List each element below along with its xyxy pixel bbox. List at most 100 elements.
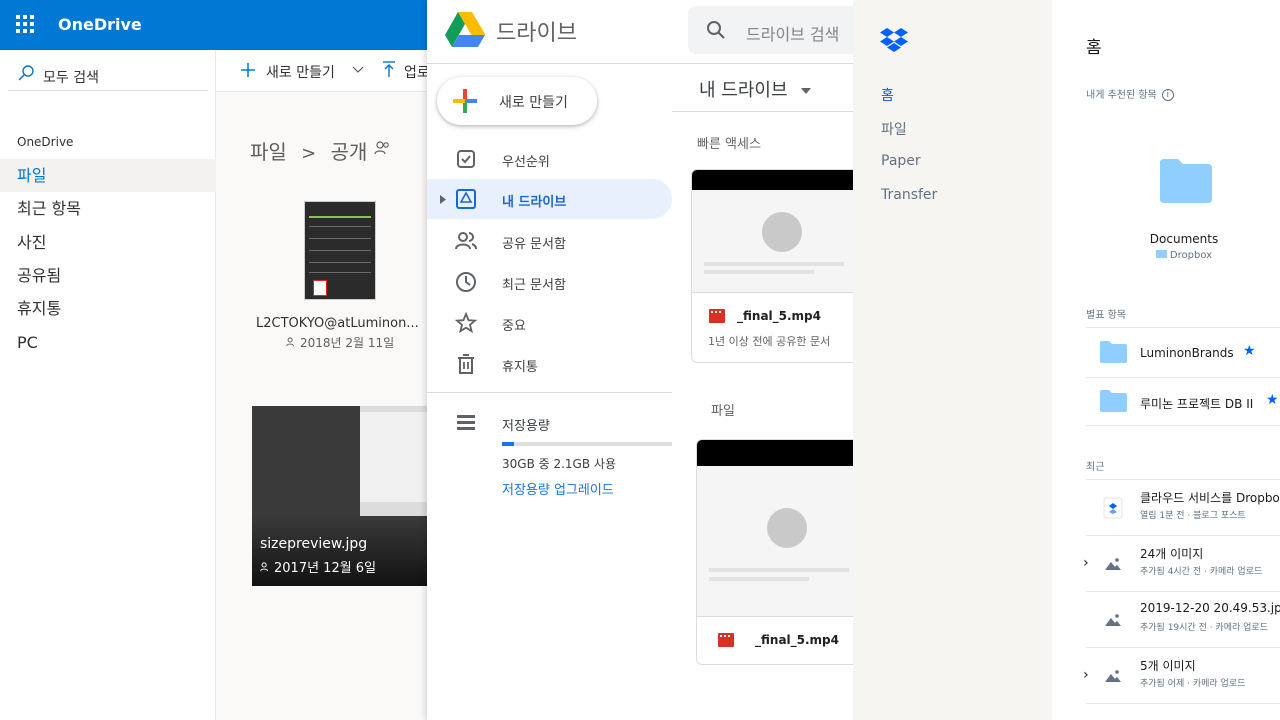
nav-item-recycle-bin[interactable]: 휴지통 bbox=[0, 292, 216, 325]
star-icon bbox=[455, 312, 477, 334]
image-icon bbox=[1105, 670, 1121, 682]
upload-icon bbox=[383, 61, 395, 77]
pdf-icon bbox=[313, 280, 327, 296]
video-file-icon bbox=[709, 309, 725, 323]
suggested-folder-location: Dropbox bbox=[1136, 250, 1232, 261]
nav-item-priority[interactable]: 우선순위 bbox=[427, 139, 672, 179]
video-file-icon bbox=[718, 633, 734, 647]
recent-item-subtitle: 추가됨 19시간 전 · 카메라 업로드 bbox=[1140, 623, 1268, 633]
onedrive-search[interactable]: 모두 검색 bbox=[8, 57, 208, 91]
nav-item-my-drive[interactable]: 내 드라이브 bbox=[427, 179, 672, 219]
suggested-label: 내게 추천된 항목 bbox=[1086, 90, 1157, 101]
nav-item-shared-with-me[interactable]: 공유 문서함 bbox=[427, 221, 672, 261]
recent-item[interactable]: 클라우드 서비스를 Dropbox 열림 1분 전 · 블로그 포스트 bbox=[1086, 481, 1280, 537]
upload-button[interactable]: 업로 bbox=[382, 60, 427, 82]
divider bbox=[1086, 327, 1280, 328]
quick-access-card[interactable]: _final_5.mp4 1년 이상 전에 공유한 문서 bbox=[691, 169, 853, 363]
star-icon[interactable]: ★ bbox=[1266, 392, 1279, 408]
suggested-heading: 내게 추천된 항목 i bbox=[1086, 86, 1174, 101]
folder-icon bbox=[1100, 390, 1127, 412]
my-drive-title-dropdown[interactable]: 내 드라이브 bbox=[699, 76, 812, 102]
chevron-right-icon[interactable]: › bbox=[1083, 555, 1089, 571]
folder-icon[interactable] bbox=[1160, 159, 1212, 203]
divider bbox=[1086, 703, 1280, 704]
onedrive-window: OneDrive 모두 검색 OneDrive 파일 최근 항목 사진 공유됨 … bbox=[0, 0, 427, 720]
starred-item[interactable]: LuminonBrands ★ bbox=[1086, 329, 1280, 377]
nav-heading: OneDrive bbox=[17, 135, 74, 149]
recent-item[interactable]: › 5개 이미지 추가됨 어제 · 카메라 업로드 bbox=[1083, 649, 1280, 705]
starred-item[interactable]: 루미논 프로젝트 DB II ★ bbox=[1086, 378, 1280, 426]
image-icon bbox=[1105, 558, 1121, 570]
plus-icon bbox=[241, 63, 255, 77]
image-tile[interactable]: sizepreview.jpg 2017년 12월 6일 bbox=[252, 406, 427, 586]
app-launcher-icon[interactable] bbox=[16, 15, 34, 33]
storage-used-text: 30GB 중 2.1GB 사용 bbox=[502, 457, 616, 471]
dropbox-nav-transfer[interactable]: Transfer bbox=[881, 187, 937, 203]
nav-item-files[interactable]: 파일 bbox=[0, 159, 216, 192]
dropbox-nav-files[interactable]: 파일 bbox=[881, 119, 907, 139]
storage-icon bbox=[457, 415, 475, 430]
search-placeholder: 드라이브 검색 bbox=[746, 25, 840, 44]
title-divider bbox=[672, 111, 853, 112]
search-icon bbox=[18, 65, 34, 81]
drive-search-input[interactable]: 드라이브 검색 bbox=[688, 6, 853, 54]
chevron-right-icon[interactable]: › bbox=[1083, 667, 1089, 683]
trash-icon bbox=[458, 354, 474, 374]
nav-item-trash[interactable]: 휴지통 bbox=[427, 344, 672, 384]
nav-item-recent[interactable]: 최근 항목 bbox=[0, 192, 216, 225]
dropbox-nav-home[interactable]: 홈 bbox=[881, 85, 894, 105]
nav-item-shared[interactable]: 공유됨 bbox=[0, 259, 216, 292]
star-icon[interactable]: ★ bbox=[1243, 343, 1256, 359]
file-name[interactable]: L2CTOKYO@atLuminon... bbox=[256, 316, 419, 331]
dropbox-logo-icon[interactable] bbox=[880, 28, 908, 52]
nav-item-recent[interactable]: 최근 문서함 bbox=[427, 262, 672, 302]
video-thumbnail bbox=[697, 440, 853, 616]
file-thumbnail[interactable] bbox=[304, 201, 376, 300]
breadcrumb-root[interactable]: 파일 bbox=[250, 140, 287, 164]
nav-label: 내 드라이브 bbox=[502, 195, 567, 210]
recent-item[interactable]: › 24개 이미지 추가됨 4시간 전 · 카메라 업로드 bbox=[1083, 537, 1280, 593]
info-icon[interactable]: i bbox=[1161, 89, 1174, 101]
nav-label: 우선순위 bbox=[502, 155, 550, 170]
dropbox-nav-paper[interactable]: Paper bbox=[881, 153, 921, 169]
folder-icon bbox=[1155, 250, 1167, 258]
new-button[interactable]: 새로 만들기 bbox=[437, 77, 597, 125]
location-text: Dropbox bbox=[1169, 250, 1213, 261]
quick-access-heading: 빠른 액세스 bbox=[697, 137, 761, 152]
onedrive-brand[interactable]: OneDrive bbox=[58, 15, 142, 34]
divider bbox=[1086, 479, 1280, 480]
nav-item-pc[interactable]: PC bbox=[0, 326, 216, 359]
nav-item-photos[interactable]: 사진 bbox=[0, 226, 216, 259]
recent-item-name: 5개 이미지 bbox=[1140, 659, 1196, 673]
google-drive-brand[interactable]: 드라이브 bbox=[496, 15, 577, 47]
divider bbox=[1086, 647, 1280, 648]
expand-arrow-icon[interactable] bbox=[440, 195, 446, 204]
nav-item-storage[interactable]: 저장용량 bbox=[427, 403, 672, 443]
caret-down-icon bbox=[801, 88, 812, 94]
starred-item-name: 루미논 프로젝트 DB II bbox=[1140, 397, 1254, 411]
suggested-folder-name[interactable]: Documents bbox=[1136, 232, 1232, 246]
image-file-date-text: 2017년 12월 6일 bbox=[274, 561, 377, 576]
shared-people-icon bbox=[260, 562, 269, 572]
upgrade-storage-link[interactable]: 저장용량 업그레이드 bbox=[502, 479, 614, 498]
command-bar: 새로 만들기 업로 bbox=[216, 50, 427, 92]
divider bbox=[1086, 425, 1280, 426]
recent-item-name: 24개 이미지 bbox=[1140, 547, 1204, 561]
recent-item[interactable]: 2019-12-20 20.49.53.jpg 추가됨 19시간 전 · 카메라… bbox=[1086, 593, 1280, 649]
breadcrumb-current: 공개 bbox=[330, 140, 368, 164]
google-drive-window: 드라이브 드라이브 검색 새로 만들기 우선순위 내 드라이브 공유 문서함 최… bbox=[427, 0, 853, 720]
search-icon[interactable] bbox=[706, 20, 726, 40]
file-card[interactable]: _final_5.mp4 bbox=[696, 439, 853, 665]
onedrive-content: 파일 > 공개 L2CTOKYO@atLuminon... 2018년 2월 1… bbox=[216, 92, 427, 720]
starred-item-name: LuminonBrands bbox=[1140, 346, 1234, 360]
dropbox-sidebar: 홈 파일 Paper Transfer bbox=[853, 0, 1052, 720]
nav-item-starred[interactable]: 중요 bbox=[427, 303, 672, 343]
page-title: 홈 bbox=[1086, 38, 1102, 58]
google-drive-logo-icon[interactable] bbox=[445, 12, 485, 48]
starred-heading: 별표 항목 bbox=[1086, 310, 1126, 321]
new-button[interactable]: 새로 만들기 bbox=[240, 60, 380, 82]
folder-icon bbox=[1100, 341, 1127, 363]
my-drive-icon bbox=[456, 189, 476, 209]
shared-people-icon bbox=[374, 141, 389, 155]
quick-file-subtitle: 1년 이상 전에 공유한 문서 bbox=[708, 335, 831, 348]
